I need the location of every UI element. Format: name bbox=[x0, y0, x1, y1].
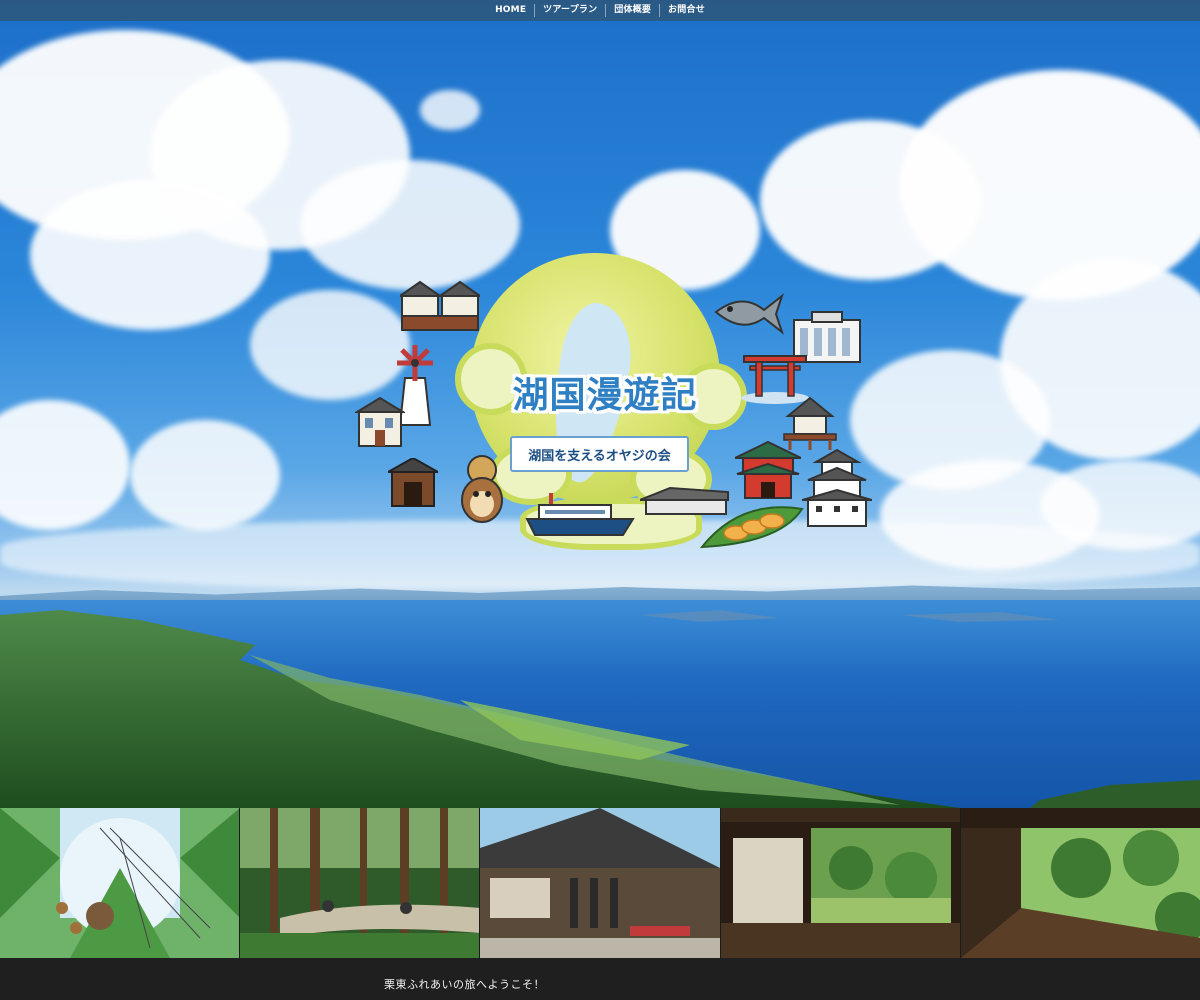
mountain-landscape bbox=[0, 610, 1200, 808]
gate-house-icon bbox=[388, 458, 438, 507]
garden-veranda-photo bbox=[960, 808, 1200, 958]
tanuki-icon bbox=[461, 455, 503, 523]
historic-street-photo bbox=[480, 808, 720, 958]
fish-icon bbox=[714, 293, 784, 335]
gallery-photo-rope-course[interactable] bbox=[0, 808, 240, 958]
nav-home[interactable]: HOME bbox=[487, 0, 534, 21]
forest-cycling-photo bbox=[240, 808, 480, 958]
gallery-photo-historic-street[interactable] bbox=[480, 808, 720, 958]
rope-course-photo bbox=[0, 808, 240, 958]
gallery-photo-garden-veranda[interactable] bbox=[960, 808, 1200, 958]
intro-section: 栗東ふれあいの旅へようこそ！ bbox=[0, 958, 1200, 1000]
temple-gate-icon bbox=[735, 440, 801, 499]
nav-about[interactable]: 団体概要 bbox=[606, 0, 659, 21]
leaf-food-icon bbox=[700, 506, 804, 549]
logo-title: 湖国漫遊記 bbox=[512, 375, 698, 416]
nav-contact[interactable]: お問合せ bbox=[660, 0, 713, 21]
storehouse-icon bbox=[400, 280, 480, 331]
ship-icon bbox=[525, 493, 635, 536]
hero-logo: 湖国漫遊記 湖国を支えるオヤジの会 bbox=[350, 248, 880, 558]
nav-tour-plan[interactable]: ツアープラン bbox=[535, 0, 605, 21]
top-navigation: HOME ツアープラン 団体概要 お問合せ bbox=[0, 0, 1200, 21]
photo-gallery bbox=[0, 808, 1200, 958]
western-building-icon bbox=[355, 396, 405, 447]
castle-icon bbox=[802, 448, 872, 527]
gallery-photo-forest-cycling[interactable] bbox=[240, 808, 480, 958]
gallery-photo-japanese-room[interactable] bbox=[720, 808, 960, 958]
japanese-garden-room-photo bbox=[720, 808, 960, 958]
logo-subtitle: 湖国を支えるオヤジの会 bbox=[510, 436, 689, 472]
hero-banner: 湖国漫遊記 湖国を支えるオヤジの会 bbox=[0, 0, 1200, 808]
welcome-heading: 栗東ふれあいの旅へようこそ！ bbox=[384, 978, 545, 991]
